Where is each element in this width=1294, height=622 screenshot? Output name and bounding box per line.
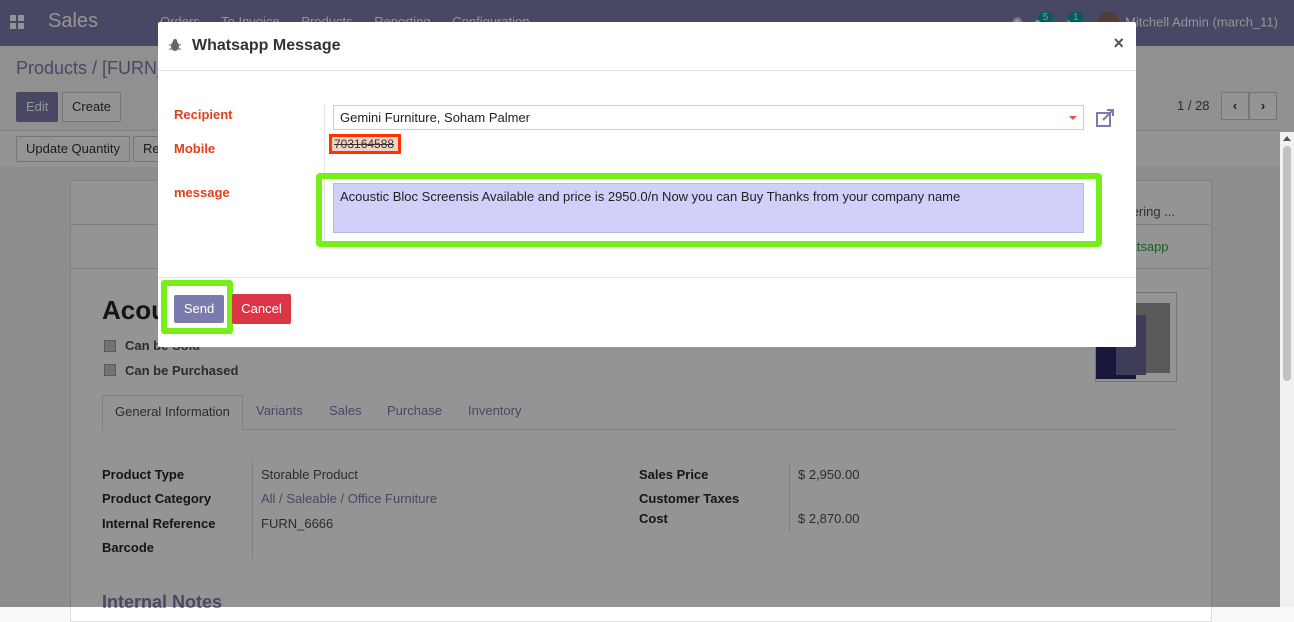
external-link-icon[interactable] (1095, 108, 1115, 128)
dialog-footer-divider (158, 277, 1136, 278)
mobile-field[interactable]: 703164588 (329, 134, 401, 154)
send-button[interactable]: Send (174, 295, 224, 323)
cancel-button[interactable]: Cancel (232, 294, 291, 324)
recipient-select[interactable]: Gemini Furniture, Soham Palmer (333, 105, 1084, 130)
mobile-value: 703164588 (334, 137, 395, 151)
dialog-title: Whatsapp Message (192, 37, 341, 54)
recipient-label: Recipient (174, 107, 233, 122)
message-label: message (174, 185, 230, 200)
scroll-up-icon[interactable] (1283, 136, 1291, 141)
mobile-label: Mobile (174, 141, 216, 156)
close-icon[interactable]: × (1113, 33, 1124, 54)
recipient-value: Gemini Furniture, Soham Palmer (340, 110, 531, 125)
page-scrollbar[interactable] (1280, 132, 1294, 607)
message-textarea[interactable]: Acoustic Bloc Screensis Available and pr… (333, 183, 1084, 233)
chevron-down-icon[interactable] (1069, 116, 1077, 120)
whatsapp-message-dialog: Whatsapp Message × Recipient Mobile mess… (158, 22, 1136, 347)
scrollbar-thumb[interactable] (1283, 146, 1291, 381)
dialog-header: Whatsapp Message × (158, 22, 1136, 71)
bug-icon (169, 39, 181, 51)
